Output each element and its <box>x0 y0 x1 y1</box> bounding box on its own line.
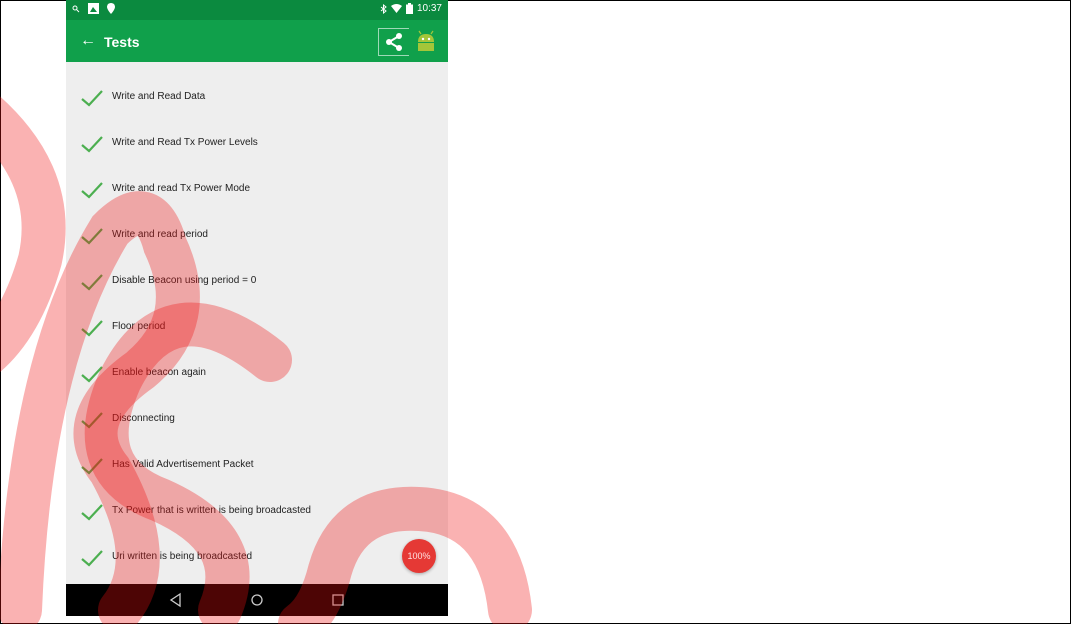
test-label: Write and read period <box>112 229 208 240</box>
test-label: Floor period <box>112 321 166 332</box>
location-icon <box>107 3 115 14</box>
back-arrow-icon[interactable]: ← <box>80 31 96 51</box>
check-icon <box>81 320 103 337</box>
bluetooth-icon <box>380 3 387 14</box>
app-bar: ← Tests <box>66 20 448 62</box>
check-icon <box>81 366 103 383</box>
share-button[interactable] <box>378 28 409 56</box>
page-title: Tests <box>104 34 140 50</box>
status-time: 10:37 <box>416 3 442 14</box>
check-icon <box>81 182 103 199</box>
test-row: Write and read period <box>66 214 448 260</box>
home-circle-icon[interactable] <box>247 590 267 610</box>
wifi-icon <box>390 4 402 13</box>
test-row: Tx Power that is written is being broadc… <box>66 490 448 536</box>
phone-screen: 10:37 ← Tests Write and Read Data Write … <box>66 0 448 616</box>
test-row: Uri written is being broadcasted <box>66 536 448 582</box>
check-icon <box>81 274 103 291</box>
notification-icon <box>88 3 99 14</box>
test-label: Write and read Tx Power Mode <box>112 183 251 194</box>
android-icon[interactable] <box>414 30 438 52</box>
test-label: Write and Read Tx Power Levels <box>112 137 258 148</box>
check-icon <box>81 136 103 153</box>
test-row: Disconnecting <box>66 398 448 444</box>
progress-label: 100% <box>407 551 431 561</box>
test-label: Uri written is being broadcasted <box>112 551 253 562</box>
progress-fab[interactable]: 100% <box>402 539 436 573</box>
check-icon <box>81 90 103 107</box>
navigation-bar <box>66 584 448 616</box>
test-row: Has Valid Advertisement Packet <box>66 444 448 490</box>
test-label: Enable beacon again <box>112 367 206 378</box>
test-label: Tx Power that is written is being broadc… <box>112 505 311 516</box>
check-icon <box>81 458 103 475</box>
check-icon <box>81 550 103 567</box>
test-row: Write and Read Data <box>66 76 448 122</box>
test-label: Has Valid Advertisement Packet <box>112 459 254 470</box>
test-label: Disconnecting <box>112 413 175 424</box>
share-icon <box>386 33 402 51</box>
search-icon <box>72 5 80 12</box>
test-row: Disable Beacon using period = 0 <box>66 260 448 306</box>
back-triangle-icon[interactable] <box>166 590 186 610</box>
check-icon <box>81 504 103 521</box>
recents-square-icon[interactable] <box>328 590 348 610</box>
test-row: Floor period <box>66 306 448 352</box>
test-row: Write and read Tx Power Mode <box>66 168 448 214</box>
status-bar: 10:37 <box>66 0 448 20</box>
check-icon <box>81 412 103 429</box>
test-row: Write and Read Tx Power Levels <box>66 122 448 168</box>
test-label: Disable Beacon using period = 0 <box>112 275 257 286</box>
battery-icon <box>405 3 413 14</box>
test-row: Enable beacon again <box>66 352 448 398</box>
test-label: Write and Read Data <box>112 91 206 102</box>
check-icon <box>81 228 103 245</box>
